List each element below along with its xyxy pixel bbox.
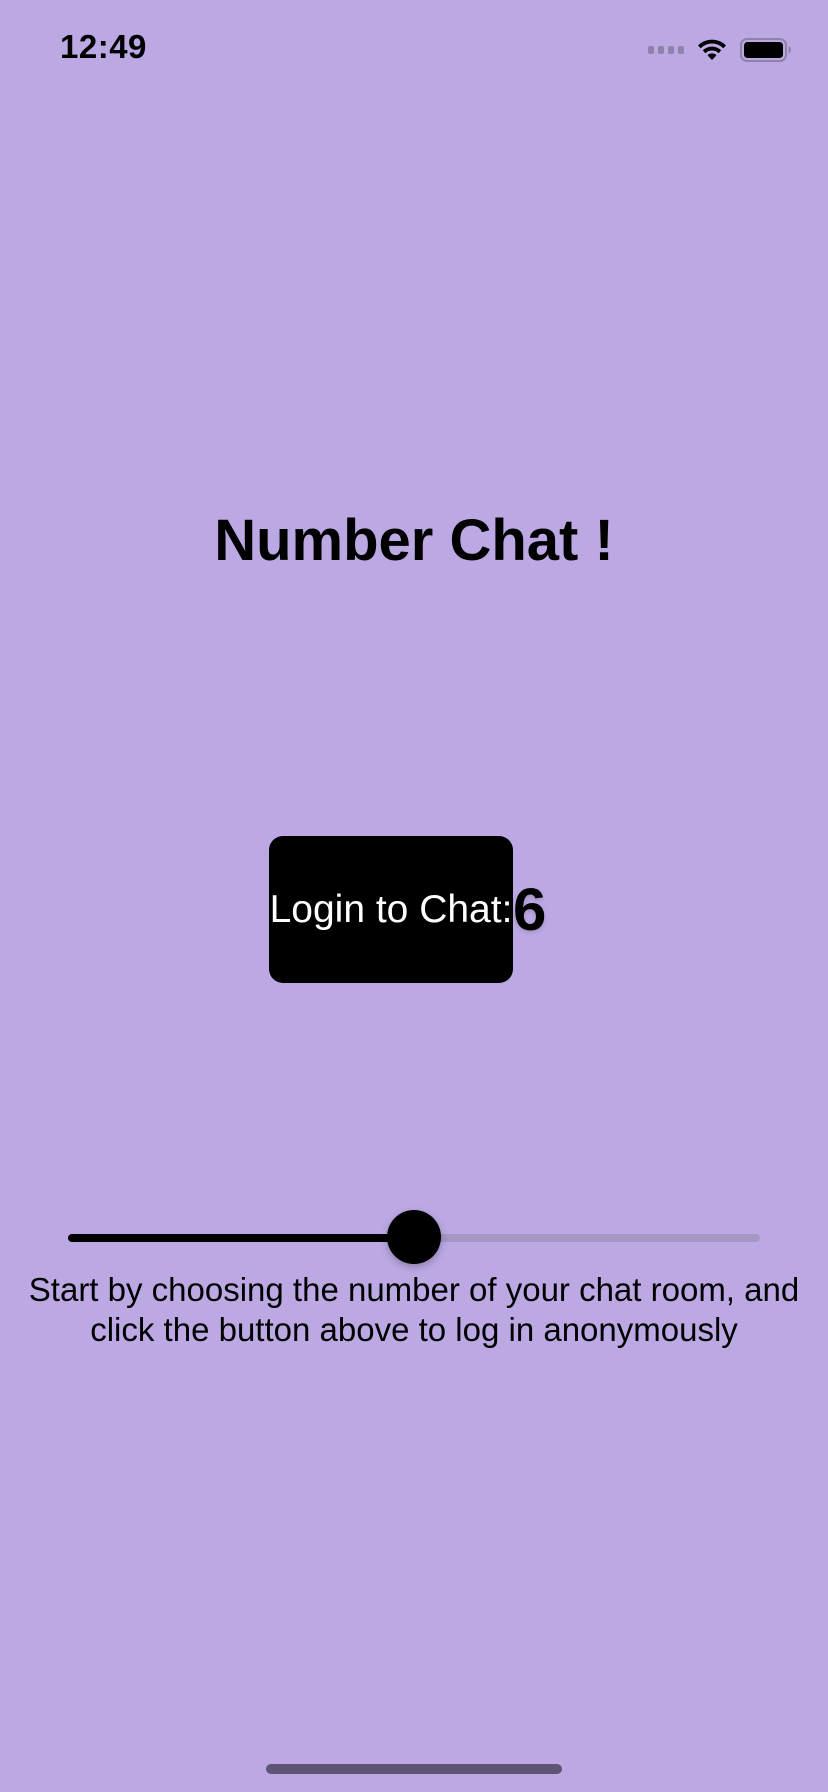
wifi-icon xyxy=(696,38,728,62)
status-time: 12:49 xyxy=(60,28,147,65)
status-bar: 12:49 xyxy=(0,0,828,100)
battery-icon xyxy=(740,38,792,62)
instructions-text: Start by choosing the number of your cha… xyxy=(0,1270,828,1350)
signal-icon xyxy=(648,46,684,54)
login-button-label: Login to Chat: xyxy=(269,887,513,931)
slider-fill xyxy=(68,1234,414,1242)
room-number-slider[interactable] xyxy=(68,1210,760,1266)
slider-thumb[interactable] xyxy=(387,1210,441,1264)
room-number-display: 6 xyxy=(513,876,547,943)
home-indicator[interactable] xyxy=(266,1764,562,1774)
instructions-line-1: Start by choosing the number of your cha… xyxy=(28,1271,800,1308)
app-title: Number Chat ! xyxy=(214,508,614,573)
login-to-chat-button[interactable]: Login to Chat: xyxy=(269,836,513,983)
status-icons xyxy=(648,34,792,66)
instructions-line-2: click the button above to log in anonymo… xyxy=(90,1311,738,1348)
